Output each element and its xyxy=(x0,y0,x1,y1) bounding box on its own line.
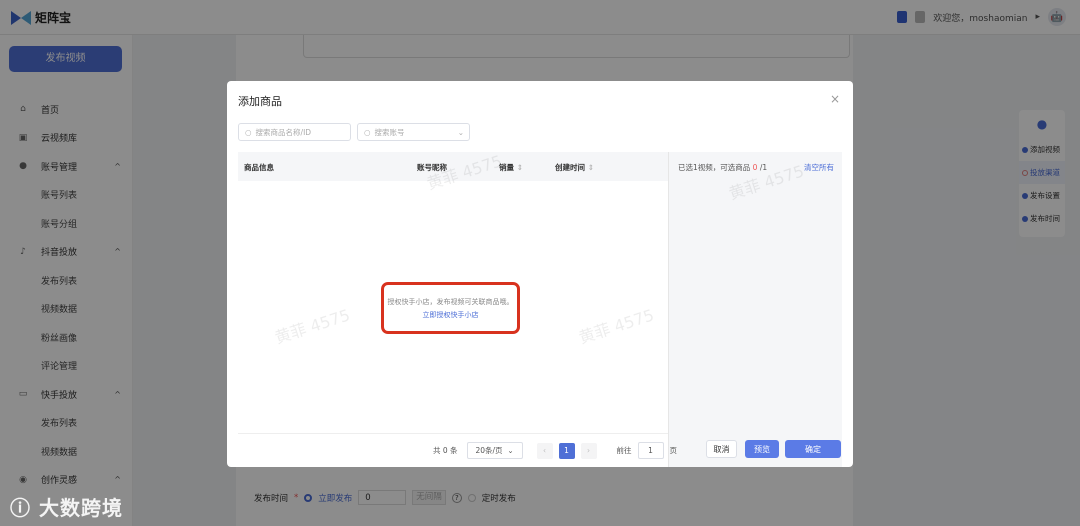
preview-button[interactable]: 预览 xyxy=(745,440,779,458)
empty-state: 授权快手小店，发布视频可关联商品哦。 立即授权快手小店 xyxy=(381,282,520,334)
table-header: 商品信息 账号昵称 销量 ⇕ 创建时间 ⇕ xyxy=(238,152,668,181)
page-1-button[interactable]: 1 xyxy=(558,442,575,459)
page-suffix: 页 xyxy=(669,446,678,455)
watermark: 黄菲 4575 xyxy=(576,305,657,348)
table-footer-divider xyxy=(238,433,668,434)
col-created-time[interactable]: 创建时间 ⇕ xyxy=(555,162,594,173)
page-size-select[interactable]: 20条/页 ⌄ xyxy=(466,442,523,459)
search-icon: ○ xyxy=(364,127,371,137)
col-product-info: 商品信息 xyxy=(244,163,274,172)
prev-page-button[interactable]: ‹ xyxy=(536,442,553,459)
watermark: 黄菲 4575 xyxy=(272,305,353,348)
page-size-value: 20条/页 xyxy=(475,446,503,455)
selected-panel: 已选1视频，可选商品 0 /1 清空所有 xyxy=(668,152,842,467)
search-icon: ○ xyxy=(245,127,252,137)
next-page-button[interactable]: › xyxy=(580,442,597,459)
brand-watermark: ⓘ 大数跨境 xyxy=(10,496,123,520)
col-sales-label: 销量 xyxy=(499,163,514,172)
brand-watermark-text: 大数跨境 xyxy=(38,496,123,520)
close-icon[interactable]: × xyxy=(830,92,840,106)
col-account-nickname: 账号昵称 xyxy=(417,163,447,172)
pagination: 共 0 条 20条/页 ⌄ ‹ 1 › 前往 1 页 xyxy=(433,442,677,459)
selected-max: /1 xyxy=(759,163,768,172)
authorize-shop-link[interactable]: 立即授权快手小店 xyxy=(384,309,517,322)
col-created-label: 创建时间 xyxy=(555,163,585,172)
confirm-button[interactable]: 确定 xyxy=(785,440,841,458)
chevron-down-icon: ⌄ xyxy=(457,127,464,137)
selected-info-text: 已选1视频，可选商品 xyxy=(678,163,751,172)
modal-title: 添加商品 xyxy=(238,95,282,108)
empty-text: 授权快手小店，发布视频可关联商品哦。 xyxy=(387,298,514,306)
search-placeholder: 搜索账号 xyxy=(374,127,405,137)
selected-info: 已选1视频，可选商品 0 /1 xyxy=(678,162,767,173)
account-search-select[interactable]: ○ 搜索账号 ⌄ xyxy=(357,123,470,141)
product-search-input[interactable]: ○ 搜索商品名称/ID xyxy=(238,123,351,141)
add-product-modal: 添加商品 × ○ 搜索商品名称/ID ○ 搜索账号 ⌄ 商品信息 账号昵称 销量 ⇕… xyxy=(227,81,853,467)
goto-label: 前往 xyxy=(616,446,632,455)
sort-icon[interactable]: ⇕ xyxy=(517,163,523,172)
search-placeholder: 搜索商品名称/ID xyxy=(255,127,312,137)
sort-icon[interactable]: ⇕ xyxy=(588,163,594,172)
goto-page-input[interactable]: 1 xyxy=(637,442,664,459)
selected-count: 0 xyxy=(752,163,758,172)
clear-all-link[interactable]: 清空所有 xyxy=(804,162,834,173)
total-count: 共 0 条 xyxy=(433,446,458,455)
cancel-button[interactable]: 取消 xyxy=(706,440,737,458)
chevron-down-icon: ⌄ xyxy=(507,446,514,455)
col-sales[interactable]: 销量 ⇕ xyxy=(499,162,523,173)
